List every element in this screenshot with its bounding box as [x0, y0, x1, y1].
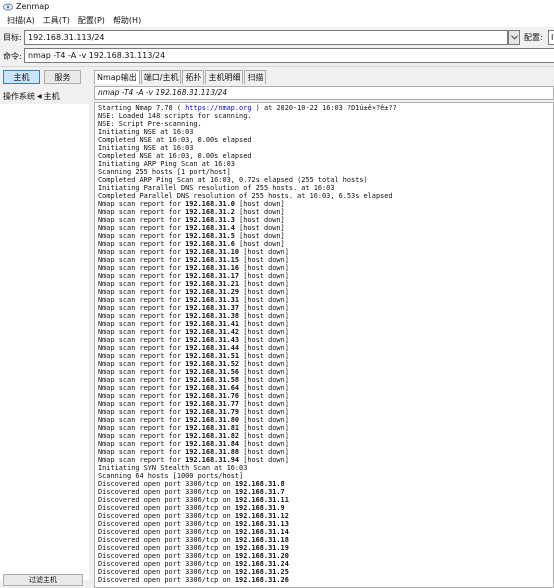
host-down-line: Nmap scan report for 192.168.31.37 [host…	[98, 304, 289, 312]
zenmap-eye-icon	[3, 3, 13, 10]
host-down-line: Nmap scan report for 192.168.31.4 [host …	[98, 224, 285, 232]
host-down-line: Nmap scan report for 192.168.31.38 [host…	[98, 312, 289, 320]
host-down-line: Nmap scan report for 192.168.31.0 [host …	[98, 200, 285, 208]
target-input[interactable]: 192.168.31.113/24	[24, 30, 508, 45]
host-down-line: Nmap scan report for 192.168.31.77 [host…	[98, 400, 289, 408]
discovered-port-line: Discovered open port 3306/tcp on 192.168…	[98, 536, 289, 544]
nmap-output-text[interactable]: Starting Nmap 7.70 ( https://nmap.org ) …	[94, 102, 554, 588]
output-line: NSE: Script Pre-scanning.	[98, 120, 202, 128]
host-down-line: Nmap scan report for 192.168.31.51 [host…	[98, 352, 289, 360]
discovered-port-line: Discovered open port 3306/tcp on 192.168…	[98, 512, 289, 520]
host-down-line: Nmap scan report for 192.168.31.2 [host …	[98, 208, 285, 216]
discovered-port-line: Discovered open port 3306/tcp on 192.168…	[98, 560, 289, 568]
output-line: Initiating ARP Ping Scan at 16:03	[98, 160, 235, 168]
host-down-line: Nmap scan report for 192.168.31.44 [host…	[98, 344, 289, 352]
host-down-line: Nmap scan report for 192.168.31.21 [host…	[98, 280, 289, 288]
menu-help[interactable]: 帮助(H)	[109, 15, 145, 26]
window-title: Zenmap	[16, 2, 50, 11]
discovered-port-line: Discovered open port 3306/tcp on 192.168…	[98, 528, 289, 536]
output-command-select[interactable]: nmap -T4 -A -v 192.168.31.113/24	[94, 86, 554, 100]
tab-nmap-output[interactable]: Nmap输出	[94, 70, 140, 84]
target-row: 目标: 192.168.31.113/24 配置: I	[0, 29, 554, 46]
tab-ports-hosts[interactable]: 端口/主机	[140, 70, 182, 84]
discovered-port-line: Discovered open port 3306/tcp on 192.168…	[98, 576, 289, 584]
title-bar: Zenmap	[0, 0, 554, 13]
host-list[interactable]: 过滤主机	[0, 104, 89, 586]
filter-hosts-button[interactable]: 过滤主机	[3, 574, 83, 586]
host-down-line: Nmap scan report for 192.168.31.82 [host…	[98, 432, 289, 440]
profile-select[interactable]: I	[548, 30, 554, 45]
host-down-line: Nmap scan report for 192.168.31.31 [host…	[98, 296, 289, 304]
target-label: 目标:	[3, 33, 22, 42]
output-line: Initiating SYN Stealth Scan at 16:03	[98, 464, 248, 472]
host-down-line: Nmap scan report for 192.168.31.52 [host…	[98, 360, 289, 368]
discovered-port-line: Discovered open port 3306/tcp on 192.168…	[98, 496, 289, 504]
services-tab-button[interactable]: 服务	[44, 70, 81, 84]
host-down-line: Nmap scan report for 192.168.31.10 [host…	[98, 248, 289, 256]
host-down-line: Nmap scan report for 192.168.31.29 [host…	[98, 288, 289, 296]
output-line: Completed Parallel DNS resolution of 255…	[98, 192, 393, 200]
host-down-line: Nmap scan report for 192.168.31.43 [host…	[98, 336, 289, 344]
chevron-down-icon	[510, 35, 518, 40]
output-line: Completed ARP Ping Scan at 16:03, 0.72s …	[98, 176, 368, 184]
discovered-port-line: Discovered open port 3306/tcp on 192.168…	[98, 544, 289, 552]
host-down-line: Nmap scan report for 192.168.31.41 [host…	[98, 320, 289, 328]
host-down-line: Nmap scan report for 192.168.31.76 [host…	[98, 392, 289, 400]
host-down-line: Nmap scan report for 192.168.31.84 [host…	[98, 440, 289, 448]
host-down-line: Nmap scan report for 192.168.31.3 [host …	[98, 216, 285, 224]
command-row: 命令: nmap -T4 -A -v 192.168.31.113/24	[0, 48, 554, 64]
host-down-line: Nmap scan report for 192.168.31.64 [host…	[98, 384, 289, 392]
discovered-port-line: Discovered open port 3306/tcp on 192.168…	[98, 520, 289, 528]
host-down-line: Nmap scan report for 192.168.31.81 [host…	[98, 424, 289, 432]
discovered-port-line: Discovered open port 3306/tcp on 192.168…	[98, 488, 285, 496]
command-input[interactable]: nmap -T4 -A -v 192.168.31.113/24	[24, 48, 554, 63]
host-column-header[interactable]: 主机	[44, 91, 60, 102]
discovered-port-line: Discovered open port 3306/tcp on 192.168…	[98, 568, 289, 576]
host-down-line: Nmap scan report for 192.168.31.15 [host…	[98, 256, 289, 264]
command-label: 命令:	[3, 52, 22, 61]
host-list-header: 操作系统 ◀ 主机	[0, 89, 89, 103]
os-column-header[interactable]: 操作系统	[3, 91, 35, 102]
host-down-line: Nmap scan report for 192.168.31.5 [host …	[98, 232, 285, 240]
output-line: Initiating NSE at 16:03	[98, 144, 194, 152]
host-down-line: Nmap scan report for 192.168.31.58 [host…	[98, 376, 289, 384]
tab-topology[interactable]: 拓扑	[182, 70, 205, 84]
menu-bar: 扫描(A) 工具(T) 配置(P) 帮助(H)	[0, 13, 554, 27]
tab-host-details[interactable]: 主机明细	[205, 70, 244, 84]
target-dropdown-button[interactable]	[508, 30, 520, 45]
host-down-line: Nmap scan report for 192.168.31.94 [host…	[98, 456, 289, 464]
host-pane: 主机 服务 操作系统 ◀ 主机 过滤主机	[0, 67, 89, 588]
discovered-port-line: Discovered open port 3306/tcp on 192.168…	[98, 480, 285, 488]
output-line: Initiating NSE at 16:03	[98, 128, 194, 136]
host-down-line: Nmap scan report for 192.168.31.79 [host…	[98, 408, 289, 416]
hosts-tab-button[interactable]: 主机	[3, 70, 40, 84]
host-down-line: Nmap scan report for 192.168.31.42 [host…	[98, 328, 289, 336]
output-line: Starting Nmap 7.70 ( https://nmap.org ) …	[98, 104, 397, 112]
menu-scan[interactable]: 扫描(A)	[3, 15, 39, 26]
host-down-line: Nmap scan report for 192.168.31.17 [host…	[98, 272, 289, 280]
output-line: Completed NSE at 16:03, 0.00s elapsed	[98, 136, 252, 144]
sort-left-arrow-icon: ◀	[37, 92, 42, 100]
host-down-line: Nmap scan report for 192.168.31.80 [host…	[98, 416, 289, 424]
output-line: Scanning 255 hosts [1 port/host]	[98, 168, 231, 176]
output-tabs: Nmap输出 端口/主机 拓扑 主机明细 扫描	[94, 70, 267, 84]
output-pane: Nmap输出 端口/主机 拓扑 主机明细 扫描 nmap -T4 -A -v 1…	[91, 67, 554, 588]
output-line: Completed NSE at 16:03, 0.00s elapsed	[98, 152, 252, 160]
discovered-port-line: Discovered open port 3306/tcp on 192.168…	[98, 552, 289, 560]
tab-scans[interactable]: 扫描	[244, 70, 267, 84]
host-down-line: Nmap scan report for 192.168.31.56 [host…	[98, 368, 289, 376]
output-line: Scanning 64 hosts [1000 ports/host]	[98, 472, 244, 480]
host-down-line: Nmap scan report for 192.168.31.6 [host …	[98, 240, 285, 248]
output-line: Initiating Parallel DNS resolution of 25…	[98, 184, 335, 192]
discovered-port-line: Discovered open port 3306/tcp on 192.168…	[98, 504, 285, 512]
host-down-line: Nmap scan report for 192.168.31.88 [host…	[98, 448, 289, 456]
host-down-line: Nmap scan report for 192.168.31.16 [host…	[98, 264, 289, 272]
menu-tools[interactable]: 工具(T)	[39, 15, 74, 26]
menu-profile[interactable]: 配置(P)	[74, 15, 109, 26]
profile-label: 配置:	[524, 33, 543, 42]
output-line: NSE: Loaded 148 scripts for scanning.	[98, 112, 252, 120]
